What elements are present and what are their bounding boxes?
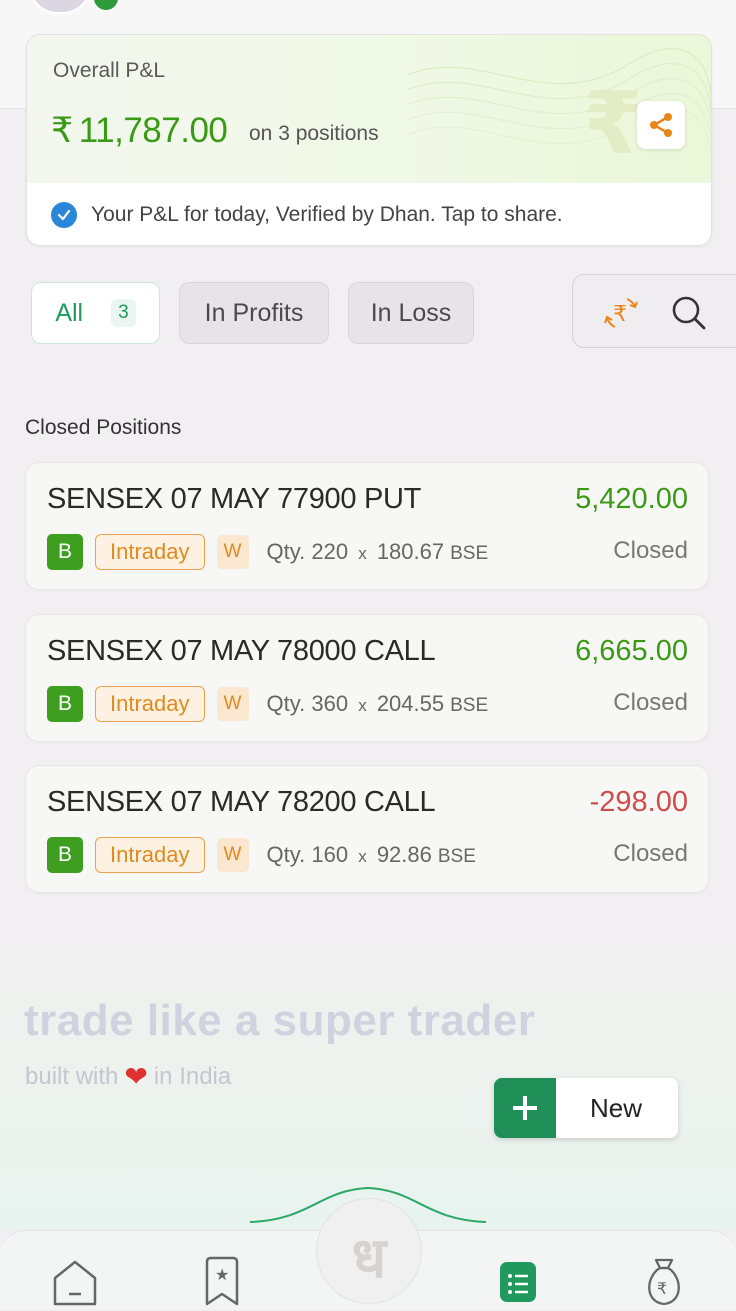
product-badge: Intraday — [95, 686, 205, 722]
weekly-badge: W — [216, 838, 249, 872]
filter-in-profits[interactable]: In Profits — [179, 282, 329, 344]
search-icon[interactable] — [669, 293, 709, 338]
buy-badge: B — [47, 534, 83, 570]
position-status: Closed — [613, 689, 688, 716]
buy-badge: B — [47, 686, 83, 722]
pnl-label: Overall P&L — [53, 59, 166, 82]
svg-text:₹: ₹ — [613, 302, 627, 327]
new-button-label: New — [590, 1093, 643, 1123]
positions-icon[interactable] — [500, 1262, 536, 1307]
position-status: Closed — [613, 537, 688, 564]
home-icon[interactable] — [50, 1256, 100, 1311]
verified-text: Your P&L for today, Verified by Dhan. Ta… — [91, 203, 563, 226]
position-tags: B Intraday W Qty. 360 x 204.55 BSE — [47, 685, 488, 723]
verified-row[interactable]: Your P&L for today, Verified by Dhan. Ta… — [51, 200, 563, 230]
weekly-badge: W — [216, 535, 249, 569]
filter-in-loss[interactable]: In Loss — [348, 282, 474, 344]
promo-title: trade like a super trader — [24, 996, 536, 1045]
position-card[interactable]: SENSEX 07 MAY 78200 CALL -298.00 B Intra… — [25, 765, 709, 893]
closed-positions-title: Closed Positions — [25, 416, 182, 439]
plus-icon — [494, 1078, 556, 1138]
share-button[interactable] — [637, 101, 685, 149]
position-pnl: -298.00 — [589, 786, 688, 818]
pnl-card-header: ₹ Overall P&L ₹11,787.00 on 3 positions — [27, 35, 711, 183]
buy-badge: B — [47, 837, 83, 873]
overall-pnl-card[interactable]: ₹ Overall P&L ₹11,787.00 on 3 positions … — [26, 34, 712, 246]
position-tags: B Intraday W Qty. 160 x 92.86 BSE — [47, 836, 476, 874]
weekly-badge: W — [216, 687, 249, 721]
rupee-watermark-icon: ₹ — [583, 76, 643, 172]
heart-icon: ❤ — [124, 1061, 148, 1092]
filter-all[interactable]: All 3 — [31, 282, 160, 344]
filter-all-count: 3 — [111, 299, 136, 327]
verified-check-icon — [51, 202, 77, 228]
position-qty: Qty. 220 x 180.67 BSE — [266, 539, 489, 564]
product-badge: Intraday — [95, 837, 205, 873]
new-order-button[interactable]: New — [494, 1078, 678, 1138]
position-status: Closed — [613, 840, 688, 867]
position-tags: B Intraday W Qty. 220 x 180.67 BSE — [47, 533, 488, 571]
position-name: SENSEX 07 MAY 78200 CALL — [47, 786, 436, 818]
product-badge: Intraday — [95, 534, 205, 570]
position-qty: Qty. 360 x 204.55 BSE — [266, 691, 489, 716]
watchlist-icon[interactable]: ★ — [204, 1256, 240, 1311]
pnl-value: ₹11,787.00 — [51, 111, 228, 150]
toolbar-actions: ₹ — [572, 274, 736, 348]
share-icon — [650, 113, 672, 137]
promo-subtitle: built with ❤ in India — [25, 1061, 232, 1092]
dhan-home-button[interactable]: ध — [316, 1198, 422, 1304]
position-pnl: 6,665.00 — [575, 635, 688, 667]
position-qty: Qty. 160 x 92.86 BSE — [266, 842, 476, 867]
position-card[interactable]: SENSEX 07 MAY 77900 PUT 5,420.00 B Intra… — [25, 462, 709, 590]
position-card[interactable]: SENSEX 07 MAY 78000 CALL 6,665.00 B Intr… — [25, 614, 709, 742]
filter-all-label: All — [55, 298, 84, 327]
convert-rupee-icon[interactable]: ₹ — [601, 293, 641, 338]
funds-bag-icon[interactable]: ₹ — [642, 1256, 686, 1311]
pnl-positions-count: on 3 positions — [249, 122, 379, 145]
position-name: SENSEX 07 MAY 78000 CALL — [47, 635, 436, 667]
svg-text:★: ★ — [215, 1267, 229, 1284]
position-pnl: 5,420.00 — [575, 483, 688, 515]
position-name: SENSEX 07 MAY 77900 PUT — [47, 483, 422, 515]
svg-text:₹: ₹ — [657, 1281, 667, 1298]
